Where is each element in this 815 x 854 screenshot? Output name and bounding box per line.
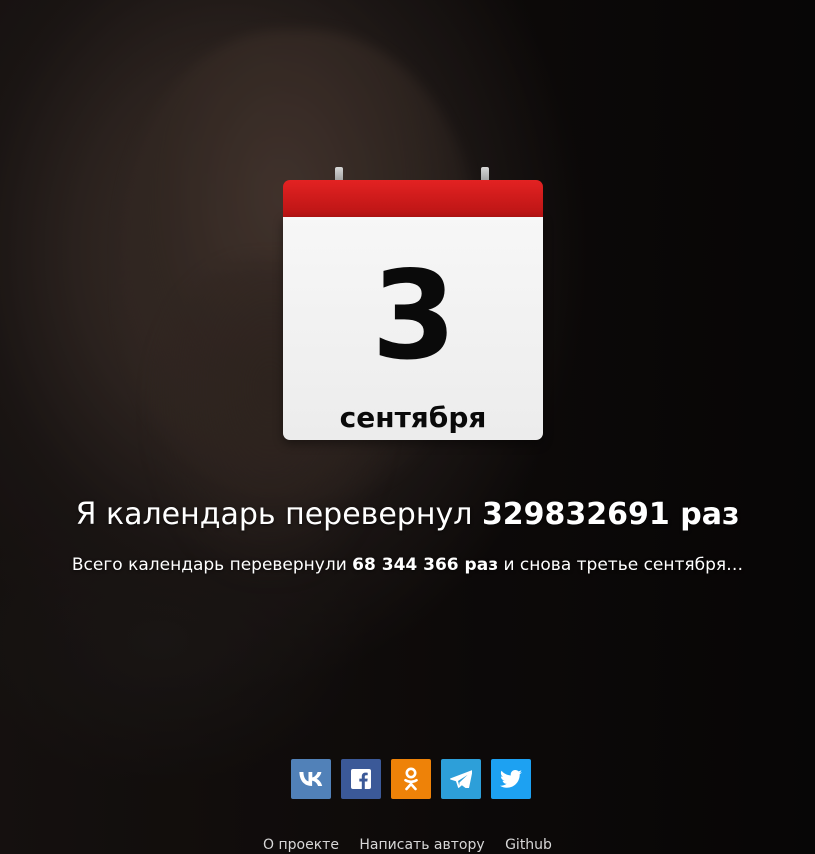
total-flip-count: 68 344 366 раз [352,555,499,575]
footer-link-write-author[interactable]: Написать автору [359,837,484,853]
calendar-page: 3 сентября [283,217,543,440]
footer-link-about[interactable]: О проекте [263,837,339,853]
subline-suffix: и снова третье сентября… [498,555,744,575]
share-odnoklassniki-button[interactable] [391,759,431,799]
headline-suffix: раз [669,497,740,532]
calendar-month: сентября [339,401,487,434]
share-twitter-button[interactable] [491,759,531,799]
footer-link-github[interactable]: Github [505,837,552,853]
share-vk-button[interactable] [291,759,331,799]
personal-flip-counter: Я календарь перевернул 329832691 раз [0,494,815,536]
odnoklassniki-icon [403,767,419,791]
total-flip-counter: Всего календарь перевернули 68 344 366 р… [0,552,815,578]
subline-prefix: Всего календарь перевернули [71,555,353,575]
headline-prefix: Я календарь перевернул [75,497,482,532]
vk-icon [299,772,323,786]
calendar-header [283,180,543,217]
footer-links: О проекте Написать автору Github [0,835,815,854]
share-buttons [291,759,531,799]
calendar-widget[interactable]: 3 сентября [283,167,543,440]
twitter-icon [500,770,522,788]
share-telegram-button[interactable] [441,759,481,799]
share-facebook-button[interactable] [341,759,381,799]
personal-flip-count: 329832691 [481,497,670,532]
facebook-icon [351,769,371,789]
calendar-day: 3 [371,245,457,387]
telegram-icon [450,770,472,788]
